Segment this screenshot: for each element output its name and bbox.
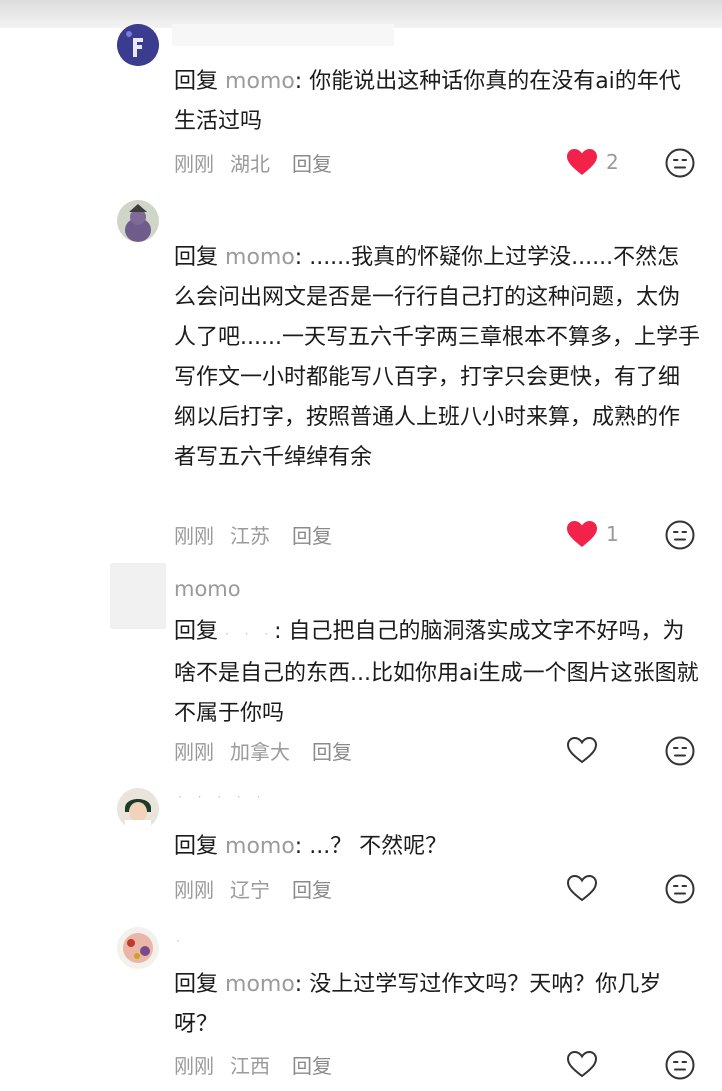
reply-button[interactable]: 回复 — [312, 736, 352, 765]
username[interactable]: momo — [174, 577, 241, 601]
reply-prefix: 回复 — [174, 972, 219, 997]
location: 湖北 — [230, 152, 270, 176]
avatar[interactable] — [117, 24, 159, 66]
reply-button[interactable]: 回复 — [292, 148, 332, 177]
neutral-face-icon[interactable] — [665, 874, 695, 904]
reply-button[interactable]: 回复 — [292, 874, 332, 903]
avatar[interactable] — [117, 200, 159, 242]
location: 辽宁 — [230, 878, 270, 902]
reply-prefix: 回复 — [174, 834, 219, 859]
heart-icon — [566, 736, 598, 764]
username-redacted: · — [176, 934, 186, 948]
reply-prefix: 回复 — [174, 619, 219, 644]
like-button[interactable] — [566, 874, 598, 902]
like-count: 2 — [606, 150, 619, 174]
location: 加拿大 — [230, 740, 290, 764]
username-redacted — [172, 24, 394, 46]
like-button[interactable]: 2 — [566, 148, 619, 176]
comment-body: : ......我真的怀疑你上过学没......不然怎么会问出网文是否是一行行自… — [174, 245, 700, 470]
neutral-face-icon[interactable] — [665, 1050, 695, 1080]
neutral-face-icon[interactable] — [665, 148, 695, 178]
timestamp: 刚刚 — [174, 740, 214, 764]
comment-text: 回复 momo: ......我真的怀疑你上过学没......不然怎么会问出网文… — [174, 238, 700, 478]
reply-target-redacted: · · · — [225, 627, 275, 641]
reply-button[interactable]: 回复 — [292, 520, 332, 549]
username-redacted: · · · · · — [178, 790, 267, 804]
timestamp: 刚刚 — [174, 1054, 214, 1078]
avatar[interactable] — [117, 927, 159, 969]
comment-text: 回复 momo: ...？ 不然呢？ — [174, 827, 700, 867]
location: 江苏 — [230, 524, 270, 548]
avatar-image — [117, 927, 159, 969]
neutral-face-icon[interactable] — [665, 520, 695, 550]
heart-icon — [567, 521, 597, 547]
heart-icon — [566, 1050, 598, 1078]
comment-body: : ...？ 不然呢？ — [294, 834, 448, 859]
location: 江西 — [230, 1054, 270, 1078]
avatar-image — [117, 24, 159, 66]
reply-prefix: 回复 — [174, 245, 219, 270]
like-button[interactable]: 1 — [566, 520, 619, 548]
timestamp: 刚刚 — [174, 524, 214, 548]
like-count: 1 — [606, 522, 619, 546]
comment-text: 回复 · · ·: 自己把自己的脑洞落实成文字不好吗，为啥不是自己的东西...比… — [174, 612, 700, 734]
comment-meta: 刚刚 江西 回复 — [174, 1050, 332, 1079]
like-button[interactable] — [566, 736, 598, 764]
heart-icon — [566, 874, 598, 902]
like-button[interactable] — [566, 1050, 598, 1078]
timestamp: 刚刚 — [174, 152, 214, 176]
reply-button[interactable]: 回复 — [292, 1050, 332, 1079]
comment-meta: 刚刚 加拿大 回复 — [174, 736, 352, 765]
avatar-image — [117, 788, 159, 830]
reply-prefix: 回复 — [174, 69, 219, 94]
reply-target[interactable]: momo — [225, 245, 295, 270]
avatar-image — [117, 200, 159, 242]
comment-meta: 刚刚 辽宁 回复 — [174, 874, 332, 903]
timestamp: 刚刚 — [174, 878, 214, 902]
reply-target[interactable]: momo — [225, 834, 295, 859]
comment-text: 回复 momo: 没上过学写过作文吗？天呐？你几岁呀？ — [174, 965, 700, 1045]
heart-icon — [567, 149, 597, 175]
neutral-face-icon[interactable] — [665, 736, 695, 766]
avatar[interactable] — [110, 563, 166, 629]
reply-target[interactable]: momo — [225, 69, 295, 94]
comment-meta: 刚刚 江苏 回复 — [174, 520, 332, 549]
avatar[interactable] — [117, 788, 159, 830]
reply-target[interactable]: momo — [225, 972, 295, 997]
comment-meta: 刚刚 湖北 回复 — [174, 148, 332, 177]
comment-text: 回复 momo: 你能说出这种话你真的在没有ai的年代生活过吗 — [174, 62, 700, 142]
